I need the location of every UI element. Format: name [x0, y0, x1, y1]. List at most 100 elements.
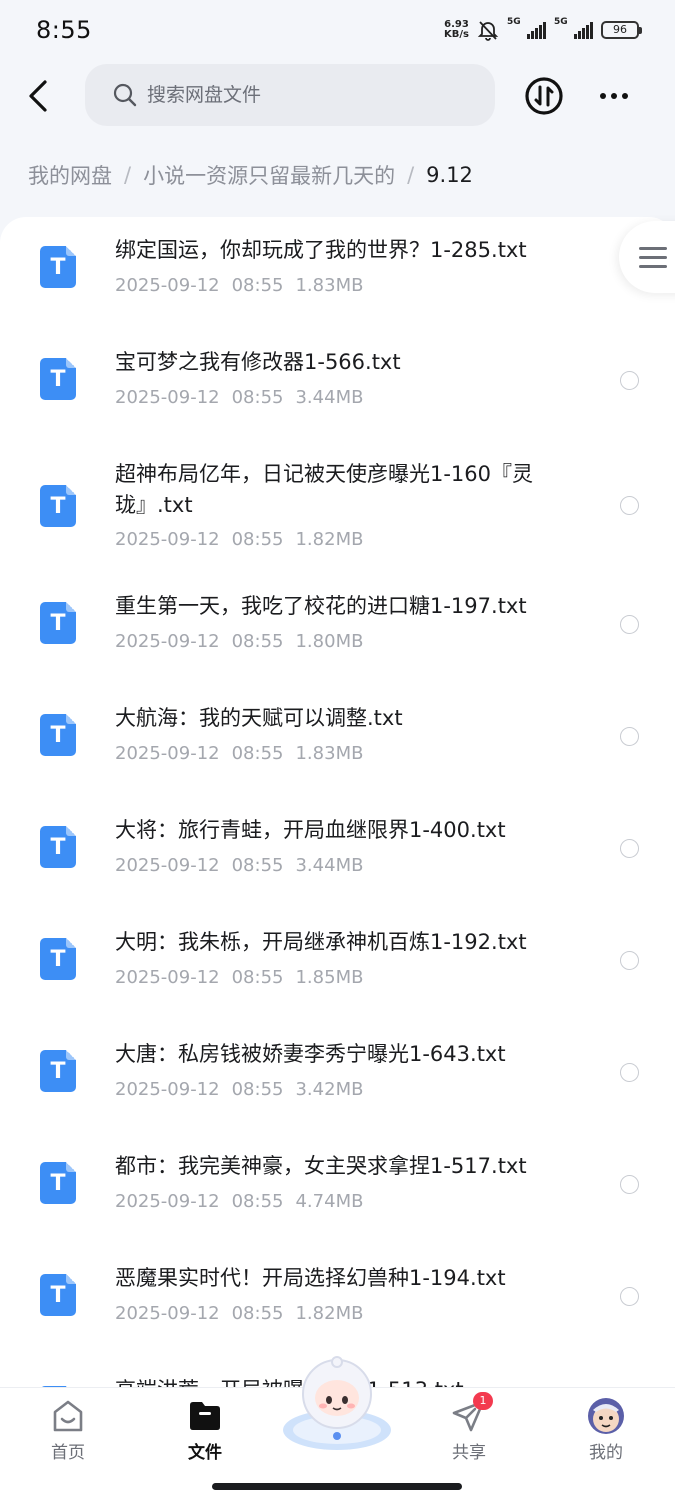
menu-line-icon [639, 264, 667, 268]
nav-home-label: 首页 [51, 1443, 85, 1463]
file-date: 2025-09-12 [115, 743, 220, 764]
file-row[interactable]: T 大唐：私房钱被娇妻李秀宁曝光1-643.txt 2025-09-12 08:5… [0, 1031, 675, 1143]
file-row[interactable]: T 都市：我完美神豪，女主哭求拿捏1-517.txt 2025-09-12 08:… [0, 1143, 675, 1255]
file-time: 08:55 [231, 1303, 284, 1324]
file-row[interactable]: T 恶魔果实时代！开局选择幻兽种1-194.txt 2025-09-12 08:5… [0, 1255, 675, 1367]
back-button[interactable] [20, 76, 56, 116]
file-size: 1.82MB [295, 1303, 364, 1324]
file-date: 2025-09-12 [115, 1191, 220, 1212]
file-name: 超神布局亿年，日记被天使彦曝光1-160『灵珑』.txt [115, 462, 534, 517]
home-face-icon [53, 1400, 83, 1432]
more-options-button[interactable] [594, 76, 634, 116]
chevron-left-icon [29, 80, 47, 112]
signal-icon: 5G [507, 17, 546, 39]
file-date: 2025-09-12 [115, 275, 220, 296]
file-meta: 2025-09-12 08:55 4.74MB [115, 1191, 375, 1212]
file-row[interactable]: T 超神布局亿年，日记被天使彦曝光1-160『灵珑』.txt 2025-09-1… [0, 441, 675, 583]
text-file-icon: T [40, 358, 76, 400]
menu-line-icon [639, 255, 667, 259]
file-meta: 2025-09-12 08:55 1.82MB [115, 1303, 375, 1324]
file-row[interactable]: T 大将：旅行青蛙，开局血继限界1-400.txt 2025-09-12 08:5… [0, 807, 675, 919]
nav-mine[interactable]: 我的 [561, 1396, 651, 1463]
search-bar[interactable] [85, 64, 495, 126]
file-size: 3.44MB [295, 855, 364, 876]
file-time: 08:55 [231, 387, 284, 408]
header [0, 62, 675, 130]
share-icon-wrap: 1 [449, 1392, 493, 1436]
astronaut-mascot-icon [283, 1356, 391, 1450]
breadcrumb-current: 9.12 [426, 163, 473, 187]
file-meta: 2025-09-12 08:55 3.42MB [115, 1079, 375, 1100]
status-bar: 8:55 6.93 KB/s 5G 5G 96 [0, 0, 675, 60]
file-row[interactable]: T 大航海：我的天赋可以调整.txt 2025-09-12 08:55 1.83MB [0, 695, 675, 807]
select-checkbox[interactable] [620, 1063, 639, 1082]
select-checkbox[interactable] [620, 371, 639, 390]
nav-share[interactable]: 1 共享 [424, 1392, 514, 1463]
nav-mine-label: 我的 [589, 1443, 623, 1463]
select-checkbox[interactable] [620, 839, 639, 858]
file-time: 08:55 [231, 529, 284, 550]
file-date: 2025-09-12 [115, 967, 220, 988]
file-name: 大唐：私房钱被娇妻李秀宁曝光1-643.txt [115, 1042, 506, 1066]
home-indicator[interactable] [212, 1483, 462, 1490]
text-file-icon: T [40, 1274, 76, 1316]
breadcrumb: 我的网盘 / 小说一资源只留最新几天的 / 9.12 [28, 160, 473, 190]
file-list[interactable]: T 绑定国运，你却玩成了我的世界？1-285.txt 2025-09-12 08:… [0, 217, 675, 1387]
file-name: 大航海：我的天赋可以调整.txt [115, 706, 403, 730]
select-checkbox[interactable] [620, 1287, 639, 1306]
file-date: 2025-09-12 [115, 529, 220, 550]
file-row[interactable]: T 重生第一天，我吃了校花的进口糖1-197.txt 2025-09-12 08:… [0, 583, 675, 695]
file-size: 4.74MB [295, 1191, 364, 1212]
file-size: 3.42MB [295, 1079, 364, 1100]
select-checkbox[interactable] [620, 496, 639, 515]
file-time: 08:55 [231, 743, 284, 764]
file-size: 3.44MB [295, 387, 364, 408]
file-meta: 2025-09-12 08:55 1.85MB [115, 967, 375, 988]
nav-files-label: 文件 [188, 1443, 222, 1463]
select-checkbox[interactable] [620, 727, 639, 746]
nav-home[interactable]: 首页 [23, 1396, 113, 1463]
file-size: 1.80MB [295, 631, 364, 652]
nav-files[interactable]: 文件 [160, 1396, 250, 1463]
dot-icon [622, 93, 628, 99]
file-meta: 2025-09-12 08:55 1.83MB [115, 743, 375, 764]
menu-line-icon [639, 246, 667, 250]
file-date: 2025-09-12 [115, 387, 220, 408]
file-name: 恶魔果实时代！开局选择幻兽种1-194.txt [115, 1266, 506, 1290]
folder-icon [190, 1402, 220, 1430]
file-size: 1.85MB [295, 967, 364, 988]
file-row[interactable]: T 绑定国运，你却玩成了我的世界？1-285.txt 2025-09-12 08:… [0, 217, 675, 329]
file-name: 大将：旅行青蛙，开局血继限界1-400.txt [115, 818, 506, 842]
file-meta: 2025-09-12 08:55 1.80MB [115, 631, 375, 652]
file-time: 08:55 [231, 855, 284, 876]
file-time: 08:55 [231, 275, 284, 296]
select-checkbox[interactable] [620, 615, 639, 634]
breadcrumb-root[interactable]: 我的网盘 [28, 160, 112, 190]
file-meta: 2025-09-12 08:55 1.83MB [115, 275, 375, 296]
text-file-icon: T [40, 1050, 76, 1092]
bell-muted-icon [477, 21, 499, 41]
share-badge: 1 [473, 1392, 493, 1410]
file-name: 都市：我完美神豪，女主哭求拿捏1-517.txt [115, 1154, 527, 1178]
file-name: 重生第一天，我吃了校花的进口糖1-197.txt [115, 594, 527, 618]
file-row[interactable]: T 宝可梦之我有修改器1-566.txt 2025-09-12 08:55 3.44… [0, 329, 675, 441]
file-meta: 2025-09-12 08:55 1.82MB [115, 529, 375, 550]
file-meta: 2025-09-12 08:55 3.44MB [115, 387, 375, 408]
file-size: 1.82MB [295, 529, 364, 550]
transfer-list-button[interactable] [524, 76, 564, 116]
battery-icon: 96 [601, 21, 642, 39]
dot-icon [611, 93, 617, 99]
breadcrumb-folder[interactable]: 小说一资源只留最新几天的 [143, 160, 395, 190]
file-name: 宝可梦之我有修改器1-566.txt [115, 350, 401, 374]
select-checkbox[interactable] [620, 1175, 639, 1194]
select-checkbox[interactable] [620, 951, 639, 970]
text-file-icon: T [40, 826, 76, 868]
search-icon [113, 83, 137, 107]
dot-icon [600, 93, 606, 99]
transfer-icon [525, 77, 563, 115]
file-date: 2025-09-12 [115, 631, 220, 652]
text-file-icon: T [40, 485, 76, 527]
file-row[interactable]: T 大明：我朱栎，开局继承神机百炼1-192.txt 2025-09-12 08:… [0, 919, 675, 1031]
search-input[interactable] [147, 84, 447, 106]
ai-assistant-button[interactable] [277, 1352, 397, 1452]
